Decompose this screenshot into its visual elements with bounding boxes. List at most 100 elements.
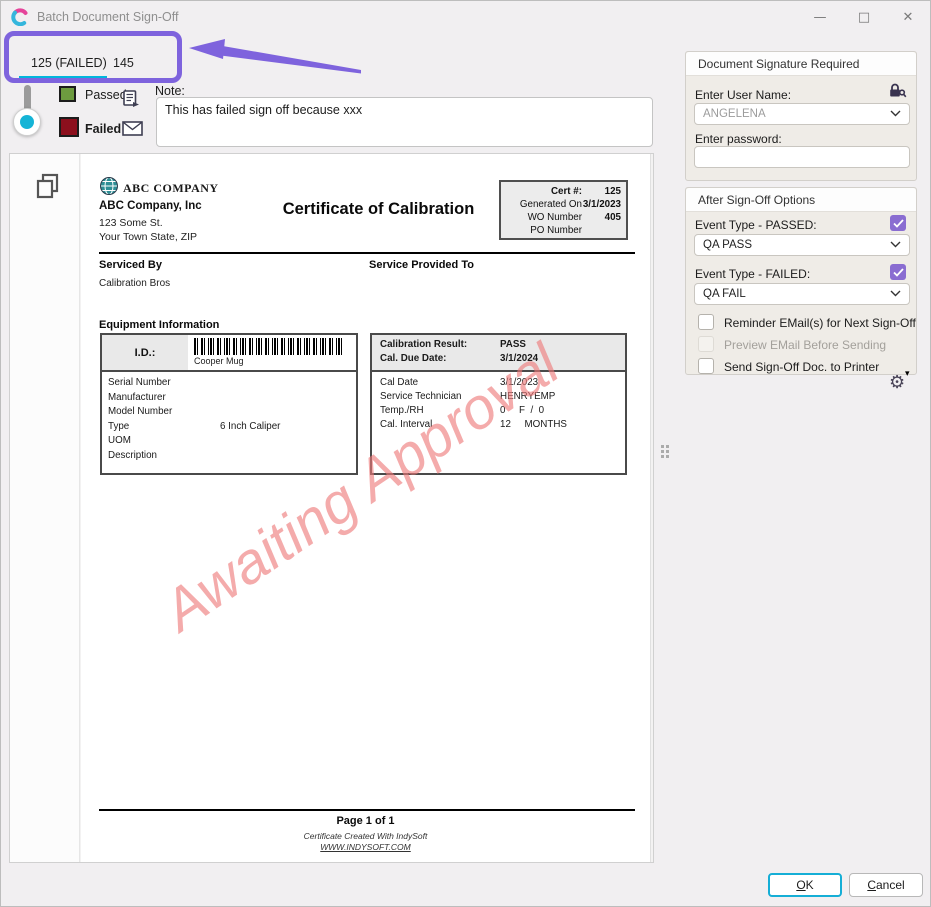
user-name-combobox[interactable]: ANGELENA <box>694 103 910 125</box>
user-name-value: ANGELENA <box>703 108 766 120</box>
footer-url: WWW.INDYSOFT.COM <box>81 842 650 852</box>
company-address-2: Your Town State, ZIP <box>99 231 197 243</box>
enter-user-name-label: Enter User Name: <box>695 88 791 102</box>
passed-color-swatch <box>59 86 76 102</box>
options-panel-title: After Sign-Off Options <box>686 188 916 212</box>
serviced-by-label: Serviced By <box>99 259 162 271</box>
description-label: Description <box>108 449 220 464</box>
passed-label: Passed <box>85 88 127 102</box>
chevron-down-icon <box>890 239 901 251</box>
note-arrow-icon[interactable] <box>123 90 140 113</box>
manufacturer-value <box>220 391 350 406</box>
generated-on-label: Generated On <box>506 198 582 211</box>
document-signature-panel: Document Signature Required Enter User N… <box>685 51 917 181</box>
reminder-email-label: Reminder EMail(s) for Next Sign-Off <box>724 316 916 330</box>
calibration-result-value: PASS <box>500 338 617 352</box>
window-title: Batch Document Sign-Off <box>37 10 179 24</box>
company-address-1: 123 Some St. <box>99 217 163 229</box>
envelope-icon[interactable] <box>122 121 143 141</box>
signature-panel-title: Document Signature Required <box>686 52 916 76</box>
window-controls: — □ ✕ <box>798 1 930 33</box>
event-type-failed-checkbox[interactable] <box>890 264 906 280</box>
maximize-button[interactable]: □ <box>842 1 886 33</box>
close-button[interactable]: ✕ <box>886 1 930 33</box>
service-technician-value: HENRYEMP <box>500 390 617 404</box>
service-technician-label: Service Technician <box>380 390 500 404</box>
serial-number-value <box>220 376 350 391</box>
cal-due-date-value: 3/1/2024 <box>500 352 617 366</box>
serviced-by-value: Calibration Bros <box>99 278 170 289</box>
cal-date-label: Cal Date <box>380 376 500 390</box>
event-type-failed-value: QA FAIL <box>703 288 746 300</box>
cancel-button[interactable]: Cancel <box>849 873 923 897</box>
ok-button-label: OK <box>796 878 813 892</box>
description-value <box>220 449 350 464</box>
calibration-result-box: Calibration Result:PASS Cal. Due Date:3/… <box>370 333 627 475</box>
send-to-printer-checkbox[interactable] <box>698 358 714 374</box>
pane-splitter-grip[interactable] <box>661 445 672 461</box>
minimize-button[interactable]: — <box>798 1 842 33</box>
equipment-box: I.D.: Cooper Mug Serial Number Manufactu… <box>100 333 358 475</box>
send-to-printer-label: Send Sign-Off Doc. to Printer <box>724 360 879 374</box>
model-number-label: Model Number <box>108 405 220 420</box>
certificate-title: Certificate of Calibration <box>231 200 526 219</box>
page-number: Page 1 of 1 <box>81 815 650 827</box>
failed-label: Failed <box>85 122 121 136</box>
cert-number-value: 125 <box>582 185 621 198</box>
footer-credit: Certificate Created With IndySoft <box>81 831 650 841</box>
note-input[interactable]: This has failed sign off because xxx <box>156 97 653 147</box>
preview-email-checkbox <box>698 336 714 352</box>
company-name: ABC Company, Inc <box>99 200 202 212</box>
event-type-passed-combobox[interactable]: QA PASS <box>694 234 910 256</box>
batch-document-sign-off-window: Batch Document Sign-Off — □ ✕ 125 (FAILE… <box>0 0 931 907</box>
uom-value <box>220 434 350 449</box>
type-value: 6 Inch Caliper <box>220 420 350 435</box>
event-type-passed-checkbox[interactable] <box>890 215 906 231</box>
wo-number-label: WO Number <box>506 211 582 224</box>
gear-caret-icon: ▾ <box>905 369 910 379</box>
temp-rh-value: 0 F / 0 <box>500 404 617 418</box>
temp-rh-label: Temp./RH <box>380 404 500 418</box>
reminder-email-checkbox[interactable] <box>698 314 714 330</box>
cancel-button-label: Cancel <box>867 878 904 892</box>
equipment-information-header: Equipment Information <box>99 319 219 331</box>
cal-date-value: 3/1/2023 <box>500 376 617 390</box>
after-sign-off-options-panel: After Sign-Off Options Event Type - PASS… <box>685 187 917 375</box>
footer-divider <box>99 809 635 811</box>
event-type-failed-label: Event Type - FAILED: <box>695 267 810 281</box>
manufacturer-label: Manufacturer <box>108 391 220 406</box>
uom-label: UOM <box>108 434 220 449</box>
company-logo: ABC COMPANY <box>99 176 219 201</box>
cert-info-box: Cert #: 125 Generated On 3/1/2023 WO Num… <box>499 180 628 240</box>
password-input[interactable] <box>694 146 910 168</box>
ok-button[interactable]: OK <box>768 873 842 897</box>
chevron-down-icon <box>890 288 901 300</box>
document-preview-pane: ABC COMPANY ABC Company, Inc 123 Some St… <box>9 153 654 863</box>
zoom-slider-thumb[interactable] <box>13 108 41 136</box>
id-label: I.D.: <box>102 335 188 370</box>
lock-key-icon <box>888 82 907 104</box>
po-number-value <box>582 224 621 237</box>
cal-due-date-label: Cal. Due Date: <box>380 352 500 366</box>
service-provided-to-label: Service Provided To <box>369 259 474 271</box>
annotation-highlight-box <box>4 31 182 83</box>
cert-number-label: Cert #: <box>506 185 582 198</box>
settings-gear-button[interactable]: ⚙ ▾ <box>889 373 915 399</box>
event-type-failed-combobox[interactable]: QA FAIL <box>694 283 910 305</box>
event-type-passed-value: QA PASS <box>703 239 752 251</box>
model-number-value <box>220 405 350 420</box>
id-barcode <box>194 338 342 355</box>
failed-color-swatch <box>59 117 79 137</box>
type-label: Type <box>108 420 220 435</box>
serial-number-label: Serial Number <box>108 376 220 391</box>
id-value: Cooper Mug <box>194 356 352 366</box>
company-logo-text: ABC COMPANY <box>123 181 219 196</box>
gear-icon: ⚙ <box>889 372 905 393</box>
titlebar: Batch Document Sign-Off — □ ✕ <box>1 1 930 33</box>
cal-interval-label: Cal. Interval <box>380 418 500 432</box>
pages-icon[interactable] <box>34 172 62 205</box>
chevron-down-icon <box>890 108 901 120</box>
annotation-arrow <box>187 39 365 77</box>
generated-on-value: 3/1/2023 <box>582 198 621 211</box>
event-type-passed-label: Event Type - PASSED: <box>695 218 817 232</box>
